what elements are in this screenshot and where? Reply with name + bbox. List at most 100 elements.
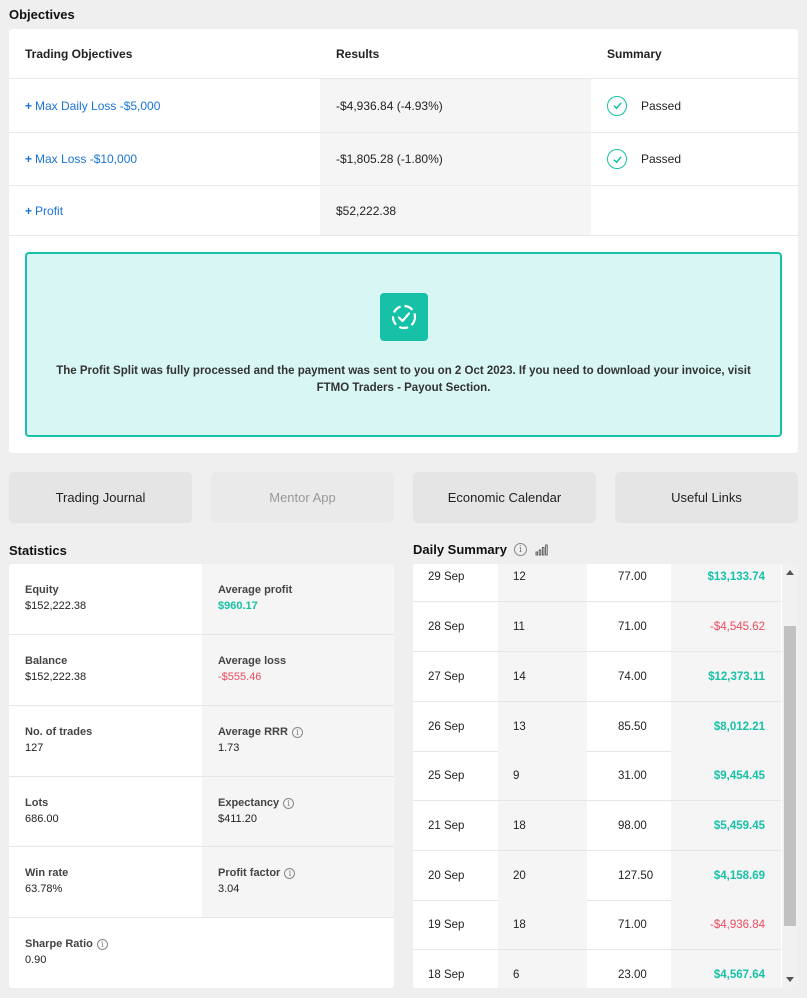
cell-date: 20 Sep — [428, 869, 465, 882]
info-icon[interactable]: i — [291, 726, 303, 738]
cell-profit: $4,567.64 — [671, 950, 781, 988]
cell-lots: 71.00 — [618, 620, 647, 633]
stat-value: $152,222.38 — [25, 600, 87, 612]
daily-summary-header: Daily Summary i — [413, 542, 548, 557]
notice-text: The Profit Split was fully processed and… — [56, 365, 751, 394]
objective-summary: Passed — [591, 79, 798, 132]
objective-row: + Profit $52,222.38 — [9, 186, 798, 236]
cell-trades: 12 — [498, 564, 587, 601]
stat-label: Equity — [25, 584, 59, 596]
scrollbar-thumb[interactable] — [784, 626, 796, 926]
stat-value: 63.78% — [25, 883, 63, 895]
cell-date: 18 Sep — [428, 968, 465, 981]
table-row: 18 Sep 6 23.00 $4,567.64 — [413, 950, 781, 988]
stat-label: Expectancy i — [218, 797, 394, 809]
cell-trades: 18 — [498, 900, 587, 949]
stat-value: 686.00 — [25, 813, 59, 825]
objective-name: Max Daily Loss -$5,000 — [35, 98, 161, 113]
cell-lots: 23.00 — [618, 968, 647, 981]
daily-summary-scrollbar[interactable] — [782, 564, 798, 988]
cell-profit: $5,459.45 — [671, 801, 781, 850]
objective-name: Profit — [35, 203, 64, 218]
objective-summary — [591, 186, 798, 235]
summary-status: Passed — [641, 152, 682, 166]
stat-average-profit: Average profit $960.17 — [202, 564, 394, 634]
economic-calendar-button[interactable]: Economic Calendar — [413, 472, 596, 523]
cell-date: 27 Sep — [428, 670, 465, 683]
mentor-app-button[interactable]: Mentor App — [211, 472, 394, 523]
stat-expectancy: Expectancy i $411.20 — [202, 777, 394, 846]
info-icon[interactable]: i — [284, 867, 296, 879]
cell-trades: 6 — [498, 950, 587, 988]
stat-label: No. of trades — [25, 726, 93, 738]
check-circle-icon — [607, 95, 627, 116]
objective-row: + Max Loss -$10,000 -$1,805.28 (-1.80%) P… — [9, 133, 798, 186]
info-icon[interactable]: i — [283, 797, 295, 809]
stat-row: Equity $152,222.38 Average profit $960.1… — [9, 564, 394, 635]
table-row: 27 Sep 14 74.00 $12,373.11 — [413, 652, 781, 702]
cell-lots: 77.00 — [618, 570, 647, 583]
stat-label: Balance — [25, 655, 68, 667]
table-row: 25 Sep 9 31.00 $9,454.45 — [413, 751, 781, 801]
cell-lots: 98.00 — [618, 819, 647, 832]
stat-label: Average loss — [218, 655, 287, 667]
daily-summary-table[interactable]: 29 Sep 12 77.00 $13,133.74 28 Sep 11 71.… — [413, 564, 798, 988]
stat-row: Lots 686.00 Expectancy i $411.20 — [9, 777, 394, 847]
trading-journal-button[interactable]: Trading Journal — [9, 472, 192, 523]
stat-label: Lots — [25, 797, 49, 809]
summary-status: Passed — [641, 98, 682, 113]
cell-profit: -$4,545.62 — [671, 602, 781, 651]
objective-row: + Max Daily Loss -$5,000 -$4,936.84 (-4.9… — [9, 79, 798, 133]
stat-value: 127 — [25, 742, 44, 754]
bar-chart-icon[interactable] — [535, 544, 548, 556]
stat-average-loss: Average loss -$555.46 — [202, 635, 394, 705]
objective-profit-link[interactable]: + Profit — [9, 186, 320, 235]
stat-label-text: Profit factor — [218, 867, 281, 879]
cell-date: 28 Sep — [428, 620, 465, 633]
cell-date: 21 Sep — [428, 819, 465, 832]
stat-value: -$555.46 — [218, 671, 262, 683]
cell-lots: 74.00 — [618, 670, 647, 683]
statistics-title: Statistics — [9, 543, 67, 558]
objective-max-daily-loss-link[interactable]: + Max Daily Loss -$5,000 — [9, 79, 320, 132]
objective-result: -$1,805.28 (-1.80%) — [320, 133, 591, 185]
info-icon[interactable]: i — [513, 543, 527, 556]
cell-date: 19 Sep — [428, 918, 465, 931]
stat-label: Average RRR i — [218, 726, 394, 738]
table-row: 20 Sep 20 127.50 $4,158.69 — [413, 851, 781, 901]
stat-sharpe-ratio: Sharpe Ratio i 0.90 — [9, 918, 202, 988]
info-icon[interactable]: i — [96, 938, 108, 950]
cell-lots: 71.00 — [618, 918, 647, 931]
cell-profit: $13,133.74 — [671, 564, 781, 601]
cell-profit: $8,012.21 — [671, 702, 781, 751]
stat-label-text: Expectancy — [218, 797, 280, 809]
plus-icon: + — [25, 203, 33, 218]
objective-max-loss-link[interactable]: + Max Loss -$10,000 — [9, 133, 320, 185]
cell-date: 25 Sep — [428, 769, 465, 782]
cell-profit: $12,373.11 — [671, 652, 781, 701]
header-summary: Summary — [607, 46, 662, 61]
stat-profit-factor: Profit factor i 3.04 — [202, 847, 394, 917]
scroll-down-arrow-icon[interactable] — [786, 977, 794, 982]
table-row: 28 Sep 11 71.00 -$4,545.62 — [413, 602, 781, 652]
table-row: 29 Sep 12 77.00 $13,133.74 — [413, 564, 781, 602]
table-row: 26 Sep 13 85.50 $8,012.21 — [413, 702, 781, 752]
cell-profit: -$4,936.84 — [671, 900, 781, 949]
scroll-up-arrow-icon[interactable] — [786, 570, 794, 575]
stat-row: Balance $152,222.38 Average loss -$555.4… — [9, 635, 394, 706]
objectives-card: Trading Objectives Results Summary + Max … — [9, 29, 798, 453]
useful-links-button[interactable]: Useful Links — [615, 472, 798, 523]
stat-no-of-trades: No. of trades 127 — [9, 706, 202, 776]
dashed-check-icon — [380, 293, 428, 341]
cell-trades: 18 — [498, 801, 587, 850]
stat-average-rrr: Average RRR i 1.73 — [202, 706, 394, 776]
header-trading-objectives: Trading Objectives — [25, 46, 133, 61]
cell-date: 26 Sep — [428, 720, 465, 733]
cell-date: 29 Sep — [428, 570, 465, 583]
stat-win-rate: Win rate 63.78% — [9, 847, 202, 917]
objectives-title: Objectives — [9, 7, 75, 22]
check-circle-icon — [607, 149, 627, 169]
stat-value: $152,222.38 — [25, 671, 87, 683]
stat-label-text: Sharpe Ratio — [25, 938, 93, 950]
daily-summary-title: Daily Summary — [413, 542, 507, 557]
